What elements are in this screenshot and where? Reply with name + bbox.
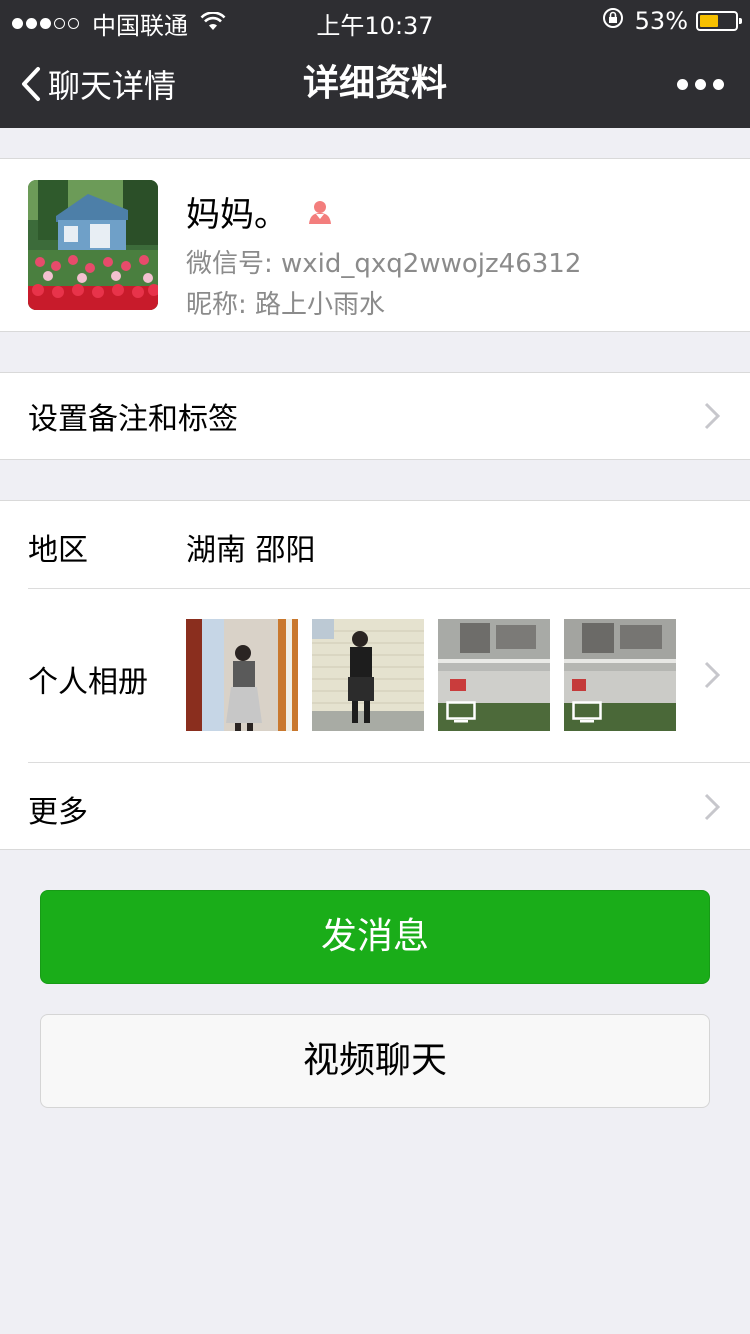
- back-button[interactable]: 聊天详情: [20, 40, 176, 128]
- wechat-id: 微信号: wxid_qxq2wwojz46312: [186, 249, 582, 279]
- chevron-left-icon: [22, 67, 40, 101]
- remark-label: 设置备注和标签: [28, 402, 238, 437]
- album-row[interactable]: 个人相册: [28, 589, 750, 763]
- video-icon: [446, 701, 476, 723]
- album-photos: [186, 619, 690, 731]
- more-dots-icon[interactable]: [670, 40, 724, 128]
- info-card: 地区 湖南 邵阳 个人相册 更多: [0, 500, 750, 850]
- video-icon: [572, 701, 602, 723]
- more-row[interactable]: 更多: [0, 763, 750, 849]
- send-message-button[interactable]: 发消息: [40, 890, 710, 984]
- region-row: 地区 湖南 邵阳: [28, 501, 750, 589]
- album-photo: [438, 619, 550, 731]
- video-chat-button[interactable]: 视频聊天: [40, 1014, 710, 1108]
- female-icon: [309, 200, 331, 224]
- profile-name: 妈妈。: [186, 195, 288, 235]
- back-label: 聊天详情: [48, 67, 177, 105]
- rotation-lock-icon: [601, 6, 625, 36]
- nickname: 昵称: 路上小雨水: [186, 290, 386, 320]
- battery-icon: [696, 11, 742, 31]
- more-label: 更多: [28, 795, 88, 830]
- status-bar: 中国联通 上午10:37 53%: [0, 0, 750, 40]
- avatar[interactable]: [28, 180, 158, 310]
- remark-cell[interactable]: 设置备注和标签: [0, 372, 750, 460]
- battery-percent: 53%: [634, 7, 688, 35]
- album-photo: [186, 619, 298, 731]
- album-photo: [564, 619, 676, 731]
- chevron-right-icon: [704, 402, 720, 430]
- navigation-bar: 聊天详情 详细资料: [0, 40, 750, 128]
- region-label: 地区: [28, 533, 88, 568]
- chevron-right-icon: [704, 793, 720, 821]
- profile-card: 妈妈。 微信号: wxid_qxq2wwojz46312 昵称: 路上小雨水: [0, 158, 750, 332]
- chevron-right-icon: [704, 661, 720, 689]
- album-photo: [312, 619, 424, 731]
- album-label: 个人相册: [28, 665, 148, 700]
- region-value: 湖南 邵阳: [186, 533, 316, 568]
